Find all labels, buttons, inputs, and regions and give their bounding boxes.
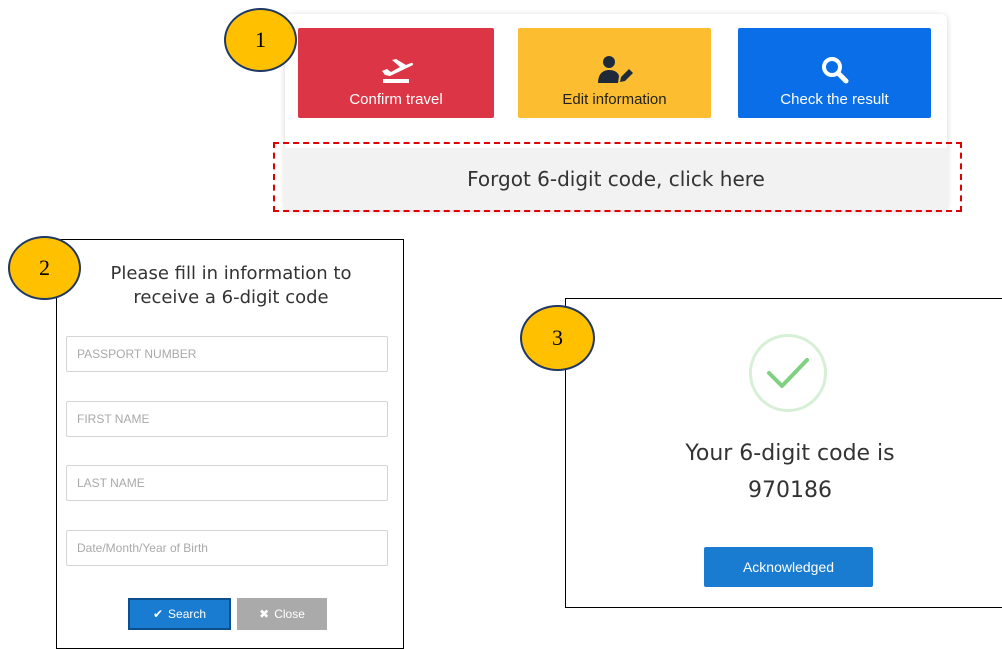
date-of-birth-input[interactable] — [66, 530, 388, 566]
last-name-input[interactable] — [66, 465, 388, 501]
close-button-label: Close — [274, 607, 305, 621]
close-icon: ✖ — [259, 607, 270, 621]
check-icon: ✔ — [152, 607, 164, 621]
check-result-label: Check the result — [780, 91, 889, 108]
form-title: Please fill in information to receive a … — [76, 262, 386, 310]
step-badge-3: 3 — [520, 305, 595, 371]
edit-information-label: Edit information — [562, 91, 667, 108]
passport-number-input[interactable] — [66, 336, 388, 372]
form-title-line1: Please fill in information to — [110, 263, 352, 284]
user-edit-icon — [597, 56, 633, 83]
airplane-takeoff-icon — [382, 59, 414, 83]
check-result-button[interactable]: Check the result — [738, 28, 931, 118]
close-button[interactable]: ✖ Close — [237, 598, 327, 630]
code-title: Your 6-digit code is — [685, 441, 895, 466]
search-button[interactable]: ✔ Search — [128, 598, 231, 630]
confirm-travel-label: Confirm travel — [349, 91, 443, 108]
step-badge-2: 2 — [8, 236, 81, 300]
acknowledged-button[interactable]: Acknowledged — [704, 547, 873, 587]
first-name-input[interactable] — [66, 401, 388, 437]
step-badge-1: 1 — [224, 8, 297, 72]
form-title-line2: receive a 6-digit code — [133, 287, 329, 308]
highlight-dashed-box — [273, 142, 962, 212]
edit-information-button[interactable]: Edit information — [518, 28, 711, 118]
code-value: 970186 — [748, 478, 832, 503]
search-icon — [821, 57, 848, 84]
search-button-label: Search — [168, 607, 207, 621]
success-check-icon — [749, 334, 827, 412]
confirm-travel-button[interactable]: Confirm travel — [298, 28, 494, 118]
